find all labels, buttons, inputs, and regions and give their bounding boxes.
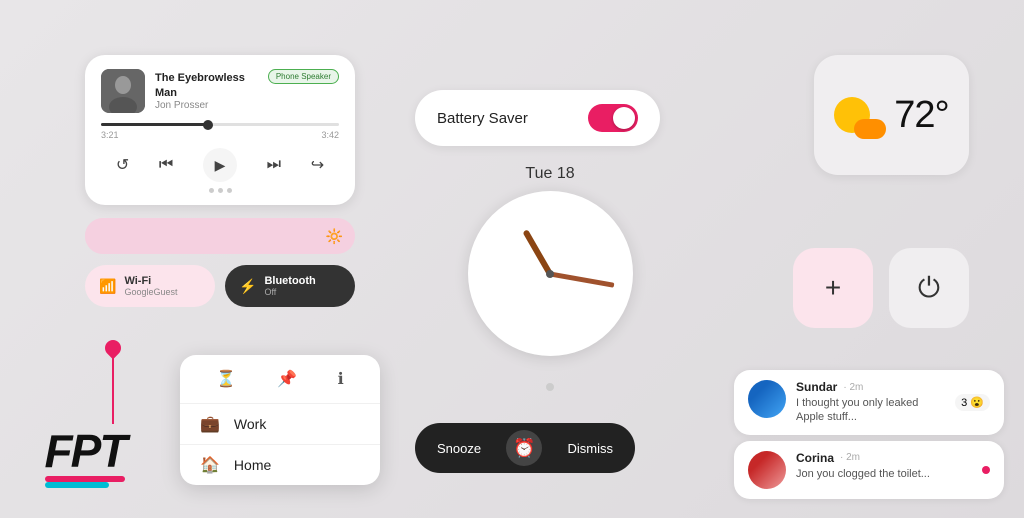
fpt-underline-cyan — [45, 482, 110, 488]
bluetooth-chip[interactable]: ⚡ Bluetooth Off — [225, 265, 355, 307]
notif-text-corina: Jon you clogged the toilet... — [796, 467, 972, 481]
notification-sundar[interactable]: Sundar · 2m I thought you only leaked Ap… — [734, 370, 1004, 435]
music-controls: ↺ ⏮ ▶ ⏭ ↪ — [101, 148, 339, 182]
fpt-logo: FPT — [30, 413, 140, 488]
info-icon[interactable]: ℹ — [334, 365, 348, 393]
pin-icon[interactable]: 📌 — [273, 365, 301, 393]
clock-bottom-dot — [546, 383, 554, 391]
weather-temperature: 72° — [894, 94, 948, 137]
notif-content-sundar: Sundar · 2m I thought you only leaked Ap… — [796, 380, 945, 425]
toggle-knob — [613, 107, 635, 129]
brightness-fill — [85, 218, 328, 254]
bt-text: Bluetooth Off — [264, 275, 315, 297]
cloud-icon — [854, 119, 886, 139]
power-button[interactable]: ⏻ — [889, 248, 969, 328]
prev-button[interactable]: ⏮ — [159, 156, 173, 174]
progress-track — [101, 123, 339, 126]
notification-corina[interactable]: Corina · 2m Jon you clogged the toilet..… — [734, 441, 1004, 499]
work-icon: 💼 — [200, 414, 220, 434]
menu-item-home[interactable]: 🏠 Home — [180, 445, 380, 485]
dot-1 — [209, 188, 214, 193]
next-button[interactable]: ⏭ — [267, 156, 281, 174]
battery-saver-toggle[interactable] — [588, 104, 638, 132]
notif-dot-corina — [982, 466, 990, 474]
music-player: The Eyebrowless Man Jon Prosser Phone Sp… — [85, 55, 355, 205]
notif-content-corina: Corina · 2m Jon you clogged the toilet..… — [796, 451, 972, 481]
time-row: 3:21 3:42 — [101, 130, 339, 140]
home-icon: 🏠 — [200, 455, 220, 475]
replay-button[interactable]: ↺ — [116, 155, 129, 175]
add-button[interactable]: + — [793, 248, 873, 328]
wifi-text: Wi-Fi GoogleGuest — [124, 275, 177, 297]
network-row: 📶 Wi-Fi GoogleGuest ⚡ Bluetooth Off — [85, 265, 355, 307]
clock-widget: Tue 18 — [450, 165, 650, 375]
notif-name-sundar: Sundar — [796, 380, 837, 394]
time-current: 3:21 — [101, 130, 119, 140]
album-art — [101, 69, 145, 113]
brightness-slider-row[interactable]: 🔆 — [85, 218, 355, 254]
page-dots — [101, 188, 339, 193]
notif-time-sundar: · 2m — [843, 382, 863, 393]
fpt-text: FPT — [45, 424, 126, 478]
main-container: The Eyebrowless Man Jon Prosser Phone Sp… — [0, 0, 1024, 518]
progress-thumb — [203, 120, 213, 130]
menu-item-work[interactable]: 💼 Work — [180, 404, 380, 444]
fpt-underline-pink — [45, 476, 126, 482]
clock-face — [468, 191, 633, 356]
avatar-corina — [748, 451, 786, 489]
album-art-image — [101, 69, 145, 113]
brightness-icon: 🔆 — [326, 228, 343, 245]
dot-3 — [227, 188, 232, 193]
quick-actions: + ⏻ — [793, 248, 969, 328]
notif-time-corina: · 2m — [840, 452, 860, 463]
music-left: The Eyebrowless Man Jon Prosser — [101, 69, 268, 113]
alarm-bar: Snooze ⏰ Dismiss — [415, 423, 635, 473]
progress-fill — [101, 123, 208, 126]
weather-icon — [834, 89, 886, 141]
notifications-panel: Sundar · 2m I thought you only leaked Ap… — [734, 370, 1004, 499]
notif-header-corina: Corina · 2m — [796, 451, 972, 465]
dismiss-button[interactable]: Dismiss — [554, 435, 628, 462]
snooze-button[interactable]: Snooze — [423, 435, 495, 462]
brightness-track[interactable]: 🔆 — [85, 218, 355, 254]
battery-saver-widget: Battery Saver — [415, 90, 660, 146]
music-info: The Eyebrowless Man Jon Prosser — [155, 71, 268, 111]
dot-2 — [218, 188, 223, 193]
wifi-icon: 📶 — [99, 278, 116, 295]
pin-area — [105, 340, 121, 424]
music-title: The Eyebrowless Man — [155, 71, 268, 100]
wifi-sublabel: GoogleGuest — [124, 287, 177, 297]
home-label: Home — [234, 457, 271, 473]
work-label: Work — [234, 416, 266, 432]
hourglass-icon[interactable]: ⏳ — [212, 365, 240, 393]
minute-hand — [550, 271, 615, 287]
wifi-chip[interactable]: 📶 Wi-Fi GoogleGuest — [85, 265, 215, 307]
pin-head-icon — [102, 337, 125, 360]
bt-label: Bluetooth — [264, 275, 315, 287]
alarm-clock-icon: ⏰ — [506, 430, 542, 466]
share-button[interactable]: ↪ — [311, 155, 324, 175]
weather-inner: 72° — [834, 89, 948, 141]
battery-saver-label: Battery Saver — [437, 110, 528, 127]
hour-hand — [522, 229, 552, 275]
weather-widget: 72° — [814, 55, 969, 175]
phone-speaker-badge: Phone Speaker — [268, 69, 339, 84]
wifi-label: Wi-Fi — [124, 275, 177, 287]
notif-text-sundar: I thought you only leaked Apple stuff... — [796, 396, 945, 425]
music-artist: Jon Prosser — [155, 100, 268, 111]
notif-reaction-sundar: 3 😮 — [955, 394, 990, 411]
time-total: 3:42 — [321, 130, 339, 140]
menu-top-row: ⏳ 📌 ℹ — [180, 355, 380, 404]
progress-bar[interactable] — [101, 123, 339, 126]
music-top-row: The Eyebrowless Man Jon Prosser Phone Sp… — [101, 69, 339, 113]
context-menu: ⏳ 📌 ℹ 💼 Work 🏠 Home — [180, 355, 380, 485]
notif-header-sundar: Sundar · 2m — [796, 380, 945, 394]
bt-sublabel: Off — [264, 287, 315, 297]
avatar-sundar — [748, 380, 786, 418]
notif-name-corina: Corina — [796, 451, 834, 465]
bluetooth-icon: ⚡ — [239, 278, 256, 295]
clock-date: Tue 18 — [525, 165, 574, 183]
play-button[interactable]: ▶ — [203, 148, 237, 182]
center-dot — [546, 270, 554, 278]
